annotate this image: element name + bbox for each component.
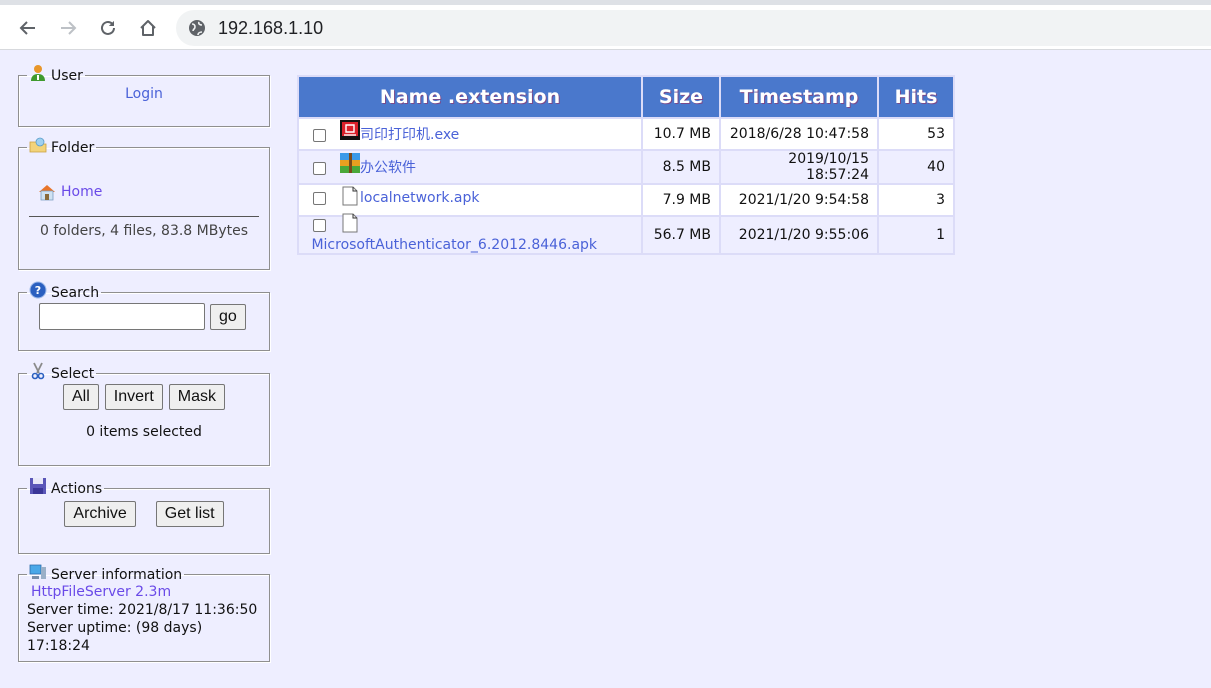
file-link[interactable]: 司印打印机.exe — [360, 127, 459, 143]
file-timestamp: 2021/1/20 9:54:58 — [721, 185, 877, 215]
col-hits-header[interactable]: Hits — [879, 77, 953, 117]
file-timestamp: 2018/6/28 10:47:58 — [721, 119, 877, 149]
search-go-button[interactable]: go — [210, 303, 246, 330]
file-timestamp: 2019/10/15 18:57:24 — [721, 151, 877, 183]
table-row: localnetwork.apk 7.9 MB 2021/1/20 9:54:5… — [299, 185, 953, 215]
user-title: User — [51, 68, 83, 84]
user-legend: User — [27, 65, 85, 84]
table-row: MicrosoftAuthenticator_6.2012.8446.apk 5… — [299, 213, 953, 253]
login-link[interactable]: Login — [125, 86, 163, 102]
folder-divider — [29, 216, 259, 217]
file-table: Name .extension Size Timestamp Hits 司印打印… — [297, 75, 955, 255]
home-button[interactable] — [133, 13, 163, 43]
invert-selection-button[interactable]: Invert — [104, 384, 163, 410]
folder-title: Folder — [51, 140, 95, 156]
actions-panel: Actions Archive Get list — [18, 478, 270, 554]
col-size-header[interactable]: Size — [643, 77, 719, 117]
search-title: Search — [51, 285, 100, 301]
search-legend: ? Search — [27, 281, 101, 301]
user-icon — [31, 65, 45, 81]
select-legend: Select — [27, 362, 96, 382]
help-icon: ? — [29, 281, 47, 299]
table-header-row: Name .extension Size Timestamp Hits — [299, 77, 953, 117]
home-link[interactable]: Home — [61, 184, 102, 200]
get-list-button[interactable]: Get list — [155, 501, 224, 527]
server-info-panel: Server information HttpFileServer 2.3m S… — [18, 564, 270, 662]
computer-icon — [29, 564, 46, 579]
url-text: 192.168.1.10 — [218, 18, 324, 38]
save-disk-icon — [30, 478, 46, 494]
selection-status: 0 items selected — [86, 424, 202, 440]
table-row: 司印打印机.exe 10.7 MB 2018/6/28 10:47:58 53 — [299, 119, 953, 149]
folder-summary: 0 folders, 4 files, 83.8 MBytes — [39, 223, 249, 239]
back-arrow-icon — [19, 21, 35, 35]
file-timestamp: 2021/1/20 9:55:06 — [721, 217, 877, 253]
file-link[interactable]: MicrosoftAuthenticator_6.2012.8446.apk — [307, 237, 597, 253]
address-bar[interactable]: 192.168.1.10 — [176, 10, 1211, 46]
select-title: Select — [51, 366, 95, 382]
table-row: 办公软件 8.5 MB 2019/10/15 18:57:24 40 — [299, 151, 953, 183]
folder-icon — [29, 137, 47, 153]
file-size: 7.9 MB — [643, 185, 719, 215]
file-link[interactable]: 办公软件 — [360, 160, 416, 176]
server-uptime: Server uptime: (98 days) 17:18:24 — [27, 620, 203, 654]
folder-legend: Folder — [27, 137, 96, 156]
archive-button[interactable]: Archive — [64, 501, 136, 527]
select-panel: Select All Invert Mask 0 items selected — [18, 362, 270, 466]
search-panel: ? Search go — [18, 281, 270, 351]
actions-title: Actions — [51, 481, 103, 497]
server-info-legend: Server information — [27, 564, 184, 583]
search-input[interactable] — [39, 303, 205, 330]
svg-text:?: ? — [35, 284, 41, 297]
file-link[interactable]: localnetwork.apk — [360, 190, 480, 206]
browser-toolbar: 192.168.1.10 — [0, 5, 1211, 50]
actions-legend: Actions — [27, 478, 104, 497]
file-icon — [342, 213, 358, 233]
row-checkbox[interactable] — [313, 218, 326, 232]
server-info-title: Server information — [51, 567, 183, 583]
mask-button[interactable]: Mask — [168, 384, 226, 410]
reload-icon — [101, 20, 115, 35]
archive-icon — [340, 153, 360, 173]
select-all-button[interactable]: All — [62, 384, 99, 410]
col-timestamp-header[interactable]: Timestamp — [721, 77, 877, 117]
scissors-icon — [31, 362, 45, 380]
file-hits: 1 — [879, 217, 953, 253]
file-size: 56.7 MB — [643, 217, 719, 253]
file-hits: 40 — [879, 151, 953, 183]
forward-arrow-icon — [61, 21, 77, 35]
server-time: Server time: 2021/8/17 11:36:50 — [27, 602, 258, 618]
file-icon — [342, 186, 358, 206]
exe-icon — [340, 120, 360, 140]
file-size: 10.7 MB — [643, 119, 719, 149]
user-panel: User Login — [18, 65, 270, 127]
row-checkbox[interactable] — [313, 191, 326, 205]
row-checkbox[interactable] — [313, 161, 326, 175]
file-size: 8.5 MB — [643, 151, 719, 183]
file-hits: 3 — [879, 185, 953, 215]
reload-button[interactable] — [93, 13, 123, 43]
folder-panel: Folder Home 0 folders, 4 files, 83.8 MBy… — [18, 137, 270, 270]
forward-button[interactable] — [53, 13, 83, 43]
col-name-header[interactable]: Name .extension — [299, 77, 641, 117]
home-icon — [140, 20, 156, 36]
back-button[interactable] — [13, 13, 43, 43]
file-hits: 53 — [879, 119, 953, 149]
home-folder-icon — [39, 185, 55, 201]
globe-icon — [189, 20, 205, 36]
hfs-version-link[interactable]: HttpFileServer 2.3m — [31, 584, 171, 600]
row-checkbox[interactable] — [313, 128, 326, 142]
